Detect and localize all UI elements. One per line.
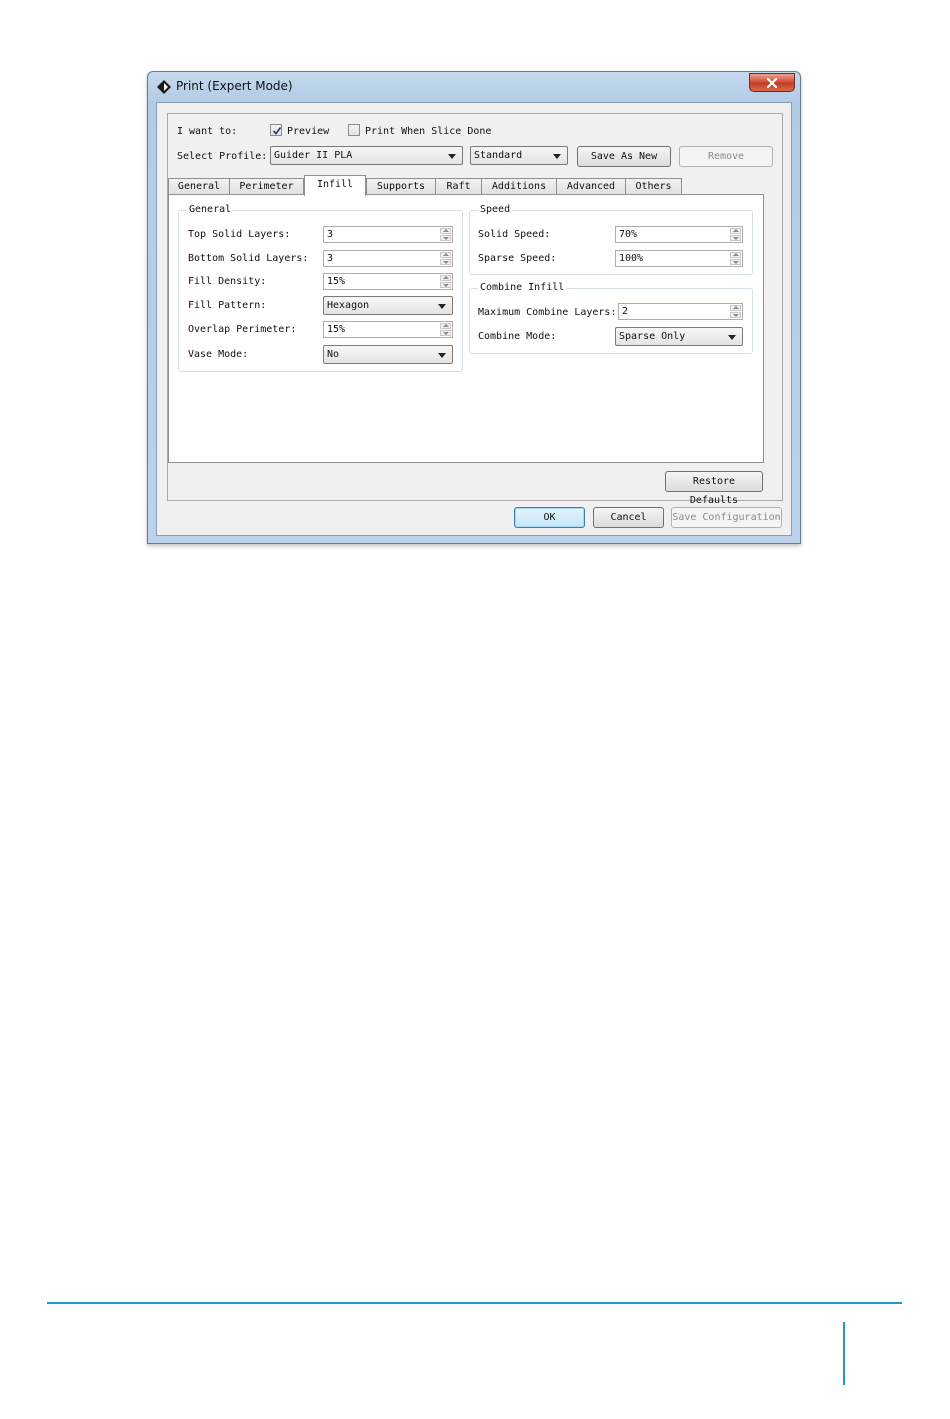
spin-down-button[interactable] [440,330,451,336]
spin-up-button[interactable] [730,228,741,234]
tab-general[interactable]: General [168,178,230,195]
fill-density-stepper[interactable]: 15% [323,273,453,290]
settings-tabs: General Perimeter Infill Supports Raft A… [168,175,784,196]
dialog-client-area: I want to: Preview Print When Slice Done… [156,102,792,536]
infill-tab-panel: General Top Solid Layers: 3 Bottom Solid… [168,194,764,463]
spin-arrows-icon [440,275,451,288]
vase-mode-value: No [327,349,340,360]
max-combine-layers-value: 2 [622,306,629,317]
app-logo-icon [157,80,171,94]
bottom-solid-layers-value: 3 [327,253,334,264]
combine-infill-group: Combine Infill Maximum Combine Layers: 2… [469,282,753,354]
general-group-title: General [187,204,234,216]
overlap-perimeter-label: Overlap Perimeter: [188,324,297,335]
spin-up-button[interactable] [440,323,451,329]
chevron-down-icon [438,304,446,309]
tab-additions[interactable]: Additions [481,178,557,195]
spin-arrows-icon [730,305,741,318]
fill-pattern-select[interactable]: Hexagon [323,296,453,315]
save-configuration-button[interactable]: Save Configuration [671,507,782,528]
combine-mode-label: Combine Mode: [478,331,557,342]
combine-mode-value: Sparse Only [619,331,686,342]
speed-group-title: Speed [478,204,513,216]
sparse-speed-value: 100% [619,253,644,264]
spin-up-button[interactable] [440,252,451,258]
bottom-solid-layers-label: Bottom Solid Layers: [188,253,309,264]
tab-advanced[interactable]: Advanced [556,178,626,195]
spin-down-button[interactable] [730,312,741,318]
tab-others[interactable]: Others [625,178,682,195]
footer-vertical-divider [843,1322,845,1385]
solid-speed-label: Solid Speed: [478,229,551,240]
preview-checkbox[interactable] [270,124,282,136]
close-window-button[interactable] [749,73,795,92]
spin-down-button[interactable] [730,259,741,265]
spin-up-button[interactable] [440,275,451,281]
spin-arrows-icon [440,323,451,336]
chevron-down-icon [553,154,561,159]
preview-label: Preview [287,126,330,137]
general-group: General Top Solid Layers: 3 Bottom Solid… [178,204,463,372]
vase-mode-select[interactable]: No [323,345,453,364]
max-combine-layers-label: Maximum Combine Layers: [478,307,617,318]
top-solid-layers-label: Top Solid Layers: [188,229,291,240]
quality-select[interactable]: Standard [470,146,568,165]
settings-panel: I want to: Preview Print When Slice Done… [167,113,784,506]
save-as-new-button[interactable]: Save As New [577,146,671,167]
spin-arrows-icon [440,252,451,265]
checkmark-icon [272,127,282,135]
quality-select-value: Standard [474,150,523,161]
footer-divider-line [47,1302,902,1304]
tab-perimeter[interactable]: Perimeter [229,178,304,195]
print-when-slice-done-label: Print When Slice Done [365,126,492,137]
chevron-down-icon [438,353,446,358]
spin-down-button[interactable] [440,235,451,241]
fill-density-value: 15% [327,276,346,287]
max-combine-layers-stepper[interactable]: 2 [618,303,743,320]
spin-arrows-icon [730,252,741,265]
top-solid-layers-value: 3 [327,229,334,240]
combine-infill-group-title: Combine Infill [478,282,567,294]
spin-up-button[interactable] [730,252,741,258]
top-solid-layers-stepper[interactable]: 3 [323,226,453,243]
spin-down-button[interactable] [440,259,451,265]
vase-mode-label: Vase Mode: [188,349,249,360]
profile-select-value: Guider II PLA [274,150,353,161]
spin-up-button[interactable] [730,305,741,311]
combine-mode-select[interactable]: Sparse Only [615,327,743,346]
fill-pattern-label: Fill Pattern: [188,300,267,311]
sparse-speed-stepper[interactable]: 100% [615,250,743,267]
tab-raft[interactable]: Raft [435,178,482,195]
bottom-solid-layers-stepper[interactable]: 3 [323,250,453,267]
overlap-perimeter-stepper[interactable]: 15% [323,321,453,338]
spin-arrows-icon [440,228,451,241]
solid-speed-value: 70% [619,229,638,240]
close-icon [766,77,778,88]
sparse-speed-label: Sparse Speed: [478,253,557,264]
remove-button[interactable]: Remove [679,146,773,167]
chevron-down-icon [728,335,736,340]
fill-density-label: Fill Density: [188,276,267,287]
profile-select[interactable]: Guider II PLA [270,146,463,165]
overlap-perimeter-value: 15% [327,324,346,335]
i-want-to-label: I want to: [177,126,238,137]
cancel-button[interactable]: Cancel [593,507,664,528]
fill-pattern-value: Hexagon [327,300,370,311]
chevron-down-icon [448,154,456,159]
solid-speed-stepper[interactable]: 70% [615,226,743,243]
spin-up-button[interactable] [440,228,451,234]
tab-supports[interactable]: Supports [366,178,436,195]
spin-down-button[interactable] [730,235,741,241]
spin-down-button[interactable] [440,282,451,288]
title-bar[interactable]: Print (Expert Mode) [148,72,800,102]
tab-infill[interactable]: Infill [304,175,366,196]
select-profile-label: Select Profile: [177,151,268,162]
restore-defaults-button[interactable]: Restore Defaults [665,471,763,506]
speed-group: Speed Solid Speed: 70% Sparse Speed: 100… [469,204,753,275]
print-expert-mode-dialog: Print (Expert Mode) I want to: Preview P… [147,71,801,544]
print-when-slice-done-checkbox[interactable] [348,124,360,136]
window-title: Print (Expert Mode) [176,79,293,93]
ok-button[interactable]: OK [514,507,585,528]
spin-arrows-icon [730,228,741,241]
